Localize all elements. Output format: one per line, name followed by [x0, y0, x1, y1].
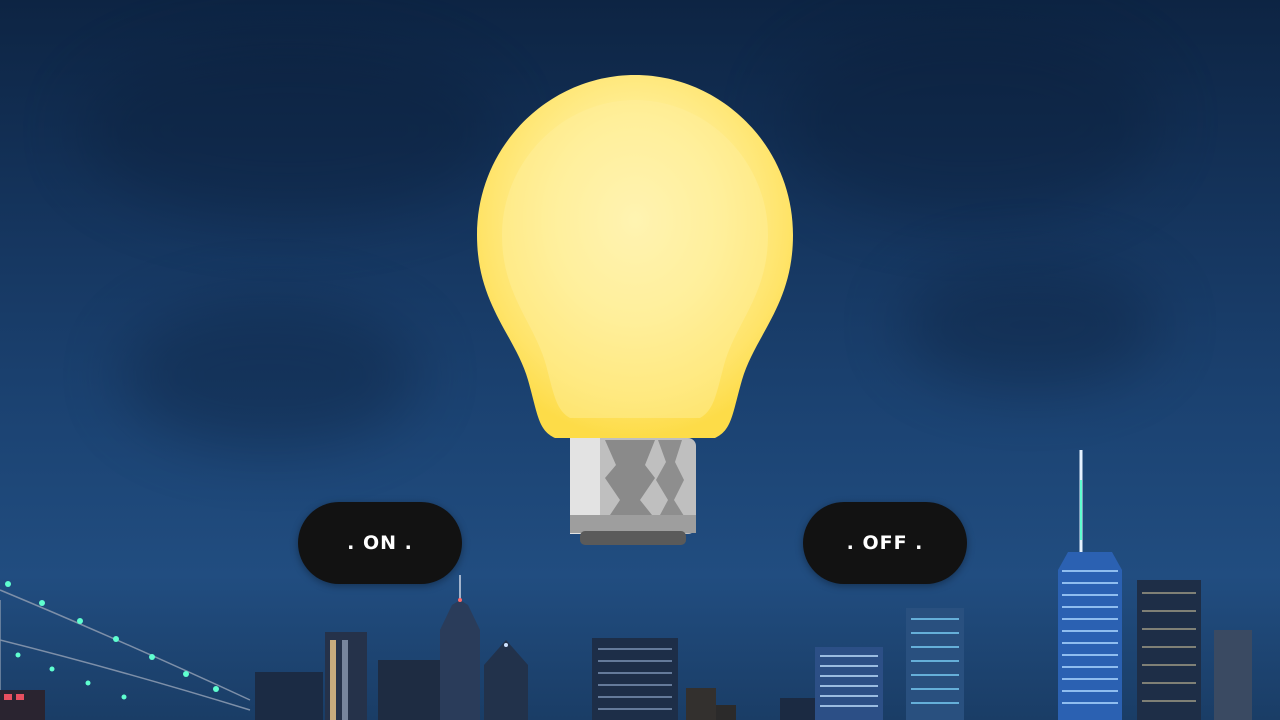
- on-button[interactable]: . ON .: [298, 502, 462, 584]
- bridge-lights: [5, 581, 219, 700]
- off-button[interactable]: . OFF .: [803, 502, 967, 584]
- lightbulb-icon: [470, 70, 800, 555]
